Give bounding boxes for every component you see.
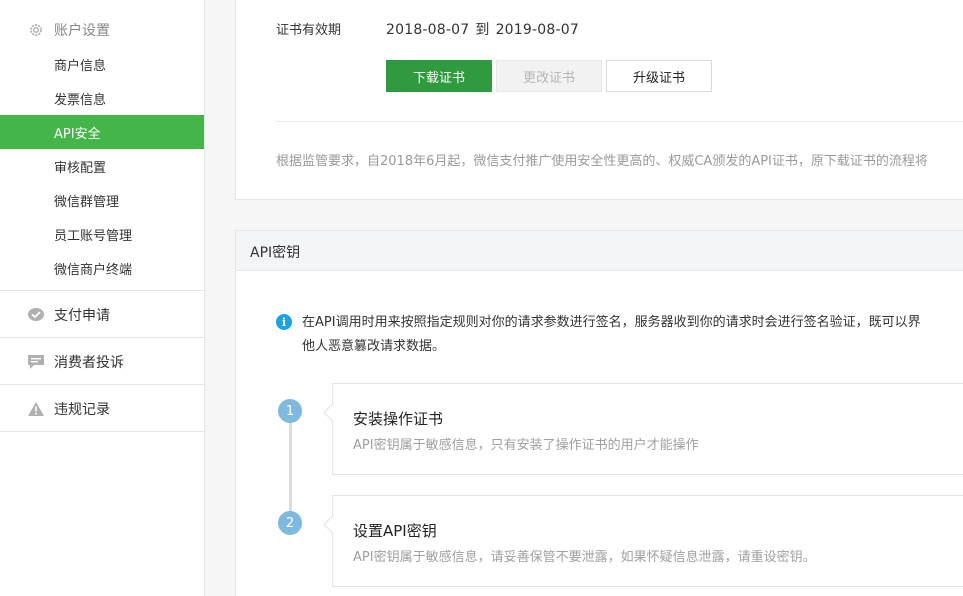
sidebar-item-merchant-info[interactable]: 商户信息	[0, 47, 204, 81]
info-line: 他人恶意篡改请求数据。	[302, 339, 446, 354]
sidebar-item-label: 员工账号管理	[54, 228, 133, 244]
step-connector	[289, 421, 292, 525]
sidebar-group-violation-records[interactable]: 违规记录	[0, 393, 204, 425]
sidebar-item-label: 微信群管理	[54, 194, 120, 210]
check-bubble-icon	[27, 306, 45, 324]
validity-to-word: 到	[475, 22, 490, 38]
validity-range: 2018-08-07 到 2019-08-07	[386, 19, 579, 39]
sidebar-item-invoice-info[interactable]: 发票信息	[0, 81, 204, 115]
sidebar-divider	[0, 337, 204, 338]
sidebar-item-label: 微信商户终端	[54, 262, 133, 278]
step-title: 设置API密钥	[353, 522, 437, 540]
sidebar-item-label: 商户信息	[54, 58, 107, 74]
api-key-info: 在API调用时用来按照指定规则对你的请求参数进行签名，服务器收到你的请求时会进行…	[302, 311, 921, 359]
sidebar-item-api-security[interactable]: API安全	[0, 115, 204, 149]
sidebar-item-review-config[interactable]: 审核配置	[0, 149, 204, 183]
step-number-badge: 2	[278, 511, 302, 535]
step-set-api-key: 设置API密钥 API密钥属于敏感信息，请妥善保管不要泄露，如果怀疑信息泄露，请…	[332, 495, 963, 587]
sidebar-item-merchant-terminal[interactable]: 微信商户终端	[0, 251, 204, 285]
certificate-notice: 根据监管要求，自2018年6月起，微信支付推广使用安全性更高的、权威CA颁发的A…	[276, 154, 928, 169]
info-icon: i	[276, 314, 292, 330]
step-title: 安装操作证书	[353, 410, 444, 428]
api-key-header: API密钥	[236, 231, 963, 271]
sidebar-group-payment-application[interactable]: 支付申请	[0, 299, 204, 331]
section-title: API密钥	[250, 245, 301, 261]
download-certificate-button[interactable]: 下载证书	[386, 60, 492, 92]
validity-label: 证书有效期	[276, 23, 342, 38]
sidebar-divider	[0, 384, 204, 385]
sidebar-group-label: 账户设置	[54, 23, 110, 39]
sidebar-divider	[0, 290, 204, 291]
warning-icon	[27, 400, 45, 418]
upgrade-certificate-button[interactable]: 升级证书	[606, 60, 712, 92]
api-key-card: API密钥 i 在API调用时用来按照指定规则对你的请求参数进行签名，服务器收到…	[235, 230, 963, 596]
sidebar-group-consumer-complaints[interactable]: 消费者投诉	[0, 346, 204, 378]
sidebar-item-label: 发票信息	[54, 92, 107, 108]
sidebar-divider	[0, 431, 204, 432]
gear-icon	[27, 21, 45, 39]
sidebar-group-label: 支付申请	[54, 308, 110, 324]
info-line: 在API调用时用来按照指定规则对你的请求参数进行签名，服务器收到你的请求时会进行…	[302, 315, 921, 330]
validity-end-date: 2019-08-07	[495, 22, 579, 38]
divider	[276, 121, 963, 122]
sidebar: 账户设置 商户信息 发票信息 API安全 审核配置 微信群管理 员工账号管理 微…	[0, 0, 205, 596]
sidebar-group-account-settings[interactable]: 账户设置	[0, 14, 204, 46]
step-description: API密钥属于敏感信息，请妥善保管不要泄露，如果怀疑信息泄露，请重设密钥。	[353, 550, 816, 565]
sidebar-item-label: 审核配置	[54, 160, 107, 176]
sidebar-group-label: 消费者投诉	[54, 355, 124, 371]
step-description: API密钥属于敏感信息，只有安装了操作证书的用户才能操作	[353, 438, 699, 453]
change-certificate-button: 更改证书	[496, 60, 602, 92]
sidebar-item-label: API安全	[54, 126, 101, 142]
sidebar-item-staff-accounts[interactable]: 员工账号管理	[0, 217, 204, 251]
step-number-badge: 1	[278, 399, 302, 423]
step-install-certificate: 安装操作证书 API密钥属于敏感信息，只有安装了操作证书的用户才能操作	[332, 383, 963, 475]
validity-start-date: 2018-08-07	[386, 22, 470, 38]
sidebar-item-wechat-group[interactable]: 微信群管理	[0, 183, 204, 217]
main-content: 证书有效期 2018-08-07 到 2019-08-07 下载证书 更改证书 升级…	[205, 0, 963, 596]
chat-icon	[27, 353, 45, 371]
certificate-card: 证书有效期 2018-08-07 到 2019-08-07 下载证书 更改证书 升级…	[235, 0, 963, 200]
sidebar-group-label: 违规记录	[54, 402, 110, 418]
